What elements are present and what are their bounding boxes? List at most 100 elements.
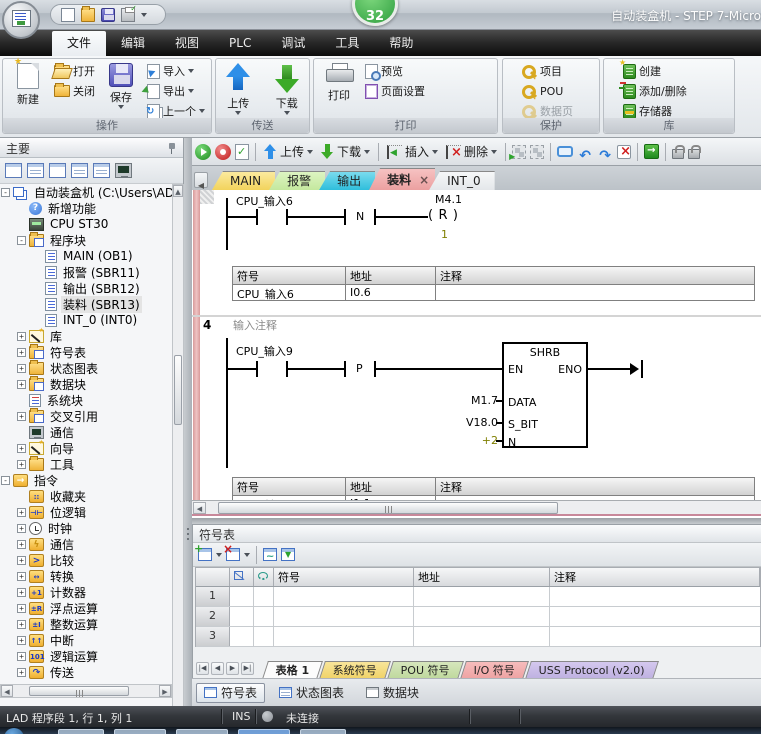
tree-item-wizard[interactable]: 向导 [0, 440, 172, 456]
taskbar-button[interactable] [176, 729, 228, 734]
panel-splitter[interactable] [184, 138, 192, 706]
expand-icon[interactable] [17, 652, 26, 661]
window-view-icon[interactable] [5, 163, 22, 178]
network-comment[interactable]: 输入注释 [233, 317, 277, 333]
app-menu-button[interactable] [2, 1, 40, 39]
redo-button[interactable] [597, 145, 613, 159]
tree-item-status-chart[interactable]: 状态图表 [0, 360, 172, 376]
dropdown-caret-icon[interactable] [307, 150, 313, 154]
menu-view[interactable]: 视图 [160, 30, 214, 56]
tree-item-comm-instructions[interactable]: 通信 [0, 536, 172, 552]
new-button[interactable]: 新建 [6, 61, 50, 107]
tree-item-integer-math[interactable]: 整数运算 [0, 616, 172, 632]
view-symbol-table-button[interactable]: 符号表 [196, 683, 265, 703]
dropdown-caret-icon[interactable] [216, 553, 222, 557]
sheet-tab-pou-symbols[interactable]: POU 符号 [388, 661, 465, 679]
download-button[interactable]: 下载 [268, 61, 307, 115]
expand-icon[interactable] [17, 620, 26, 629]
new-file-icon[interactable] [61, 8, 75, 22]
shrb-box[interactable]: SHRB EN ENO DATA S_BIT N [502, 342, 588, 448]
library-add-remove-button[interactable]: 添加/删除 [621, 81, 689, 101]
tree-item-communication[interactable]: 通信 [0, 424, 172, 440]
tree-item-project-root[interactable]: 自动装盒机 (C:\Users\ADMI [0, 184, 172, 200]
close-button[interactable]: 关闭 [52, 81, 97, 101]
print-icon[interactable] [121, 8, 135, 22]
grid-view-icon[interactable] [27, 163, 44, 178]
apply-symbols-icon[interactable] [281, 548, 295, 561]
expand-icon[interactable] [17, 380, 26, 389]
open-file-icon[interactable] [81, 8, 95, 22]
expand-icon[interactable] [17, 572, 26, 581]
scroll-up-icon[interactable] [173, 185, 183, 197]
protect-project-button[interactable]: 项目 [520, 61, 575, 81]
sheet-tab-system-symbols[interactable]: 系统符号 [320, 661, 392, 679]
selection-box-button[interactable] [557, 146, 573, 157]
download-toolbar-button[interactable]: 下载 [319, 142, 372, 161]
menu-debug[interactable]: 调试 [266, 30, 320, 56]
grid-row[interactable]: 1 [196, 587, 760, 607]
save-file-icon[interactable] [101, 8, 115, 22]
table-view-icon[interactable] [71, 163, 88, 178]
view-status-chart-button[interactable]: 状态图表 [271, 683, 352, 703]
expand-icon[interactable] [17, 588, 26, 597]
tree-item-instructions[interactable]: 指令 [0, 472, 172, 488]
tab-main[interactable]: MAIN [212, 171, 275, 190]
expand-icon[interactable] [17, 604, 26, 613]
sbit-operand[interactable]: V18.0 [464, 416, 498, 429]
no-contact[interactable] [256, 209, 288, 225]
goto-button[interactable] [644, 144, 659, 159]
ladder-editor[interactable]: CPU_输入6 N M4.1 R 1 符号 地址 注释 CPU_输入6 I0.6… [192, 190, 761, 500]
tree-hscrollbar[interactable] [0, 684, 172, 698]
row-number[interactable]: 3 [196, 627, 230, 646]
menu-tools[interactable]: 工具 [320, 30, 374, 56]
prev-sheet-icon[interactable] [211, 662, 224, 675]
tree-item-library[interactable]: 库 [0, 328, 172, 344]
expand-icon[interactable] [17, 636, 26, 645]
grid-row[interactable]: 3 [196, 627, 760, 647]
menu-file[interactable]: 文件 [52, 31, 106, 56]
contact-operand[interactable]: CPU_输入9 [236, 343, 293, 359]
scrollbar-thumb[interactable] [29, 686, 129, 696]
tree-item-symbol-table[interactable]: 符号表 [0, 344, 172, 360]
tree-item-cpu[interactable]: CPU ST30 [0, 216, 172, 232]
n-operand[interactable]: +2 [476, 434, 498, 447]
tree-item-convert[interactable]: 转换 [0, 568, 172, 584]
run-button[interactable] [195, 144, 211, 160]
tree-item-interrupt[interactable]: 中断 [0, 632, 172, 648]
last-sheet-icon[interactable] [241, 662, 254, 675]
row-number[interactable]: 2 [196, 607, 230, 626]
insert-toolbar-button[interactable]: 插入 [385, 142, 440, 161]
pin-icon[interactable] [167, 142, 177, 154]
taskbar-button[interactable] [58, 729, 104, 734]
insert-row-icon[interactable] [198, 548, 212, 561]
collapse-icon[interactable] [1, 476, 10, 485]
sheet-tab-io-symbols[interactable]: I/O 符号 [460, 661, 529, 679]
compile-button[interactable] [235, 144, 249, 160]
print-button[interactable]: 打印 [317, 61, 361, 103]
tree-item-bit-logic[interactable]: 位逻辑 [0, 504, 172, 520]
tree-item-cross-reference[interactable]: 交叉引用 [0, 408, 172, 424]
tree-item-tools[interactable]: 工具 [0, 456, 172, 472]
symbol-grid[interactable]: 符号 地址 注释 1 2 3 [195, 567, 761, 647]
monitor-view-icon[interactable] [115, 163, 132, 178]
collapse-icon[interactable] [1, 188, 10, 197]
insert-network-button[interactable] [512, 145, 526, 159]
tree-item-logic-op[interactable]: 逻辑运算 [0, 648, 172, 664]
sort-icon[interactable] [263, 548, 277, 561]
save-button[interactable]: 保存 [99, 61, 143, 109]
dropdown-caret-icon[interactable] [432, 150, 438, 154]
lock-button-1[interactable] [672, 149, 684, 159]
expand-icon[interactable] [17, 524, 26, 533]
expand-icon[interactable] [17, 508, 26, 517]
first-sheet-icon[interactable] [196, 662, 209, 675]
protect-pou-button[interactable]: POU [520, 81, 575, 101]
dropdown-caret-icon[interactable] [244, 553, 250, 557]
export-button[interactable]: 导出 [145, 81, 207, 101]
tree-item-counter[interactable]: 计数器 [0, 584, 172, 600]
import-button[interactable]: 导入 [145, 61, 207, 81]
no-contact[interactable] [256, 361, 288, 377]
scroll-left-icon[interactable] [1, 685, 13, 697]
scrollbar-thumb[interactable] [218, 502, 558, 514]
expand-icon[interactable] [17, 412, 26, 421]
tab-scroll-left-icon[interactable] [194, 172, 208, 188]
